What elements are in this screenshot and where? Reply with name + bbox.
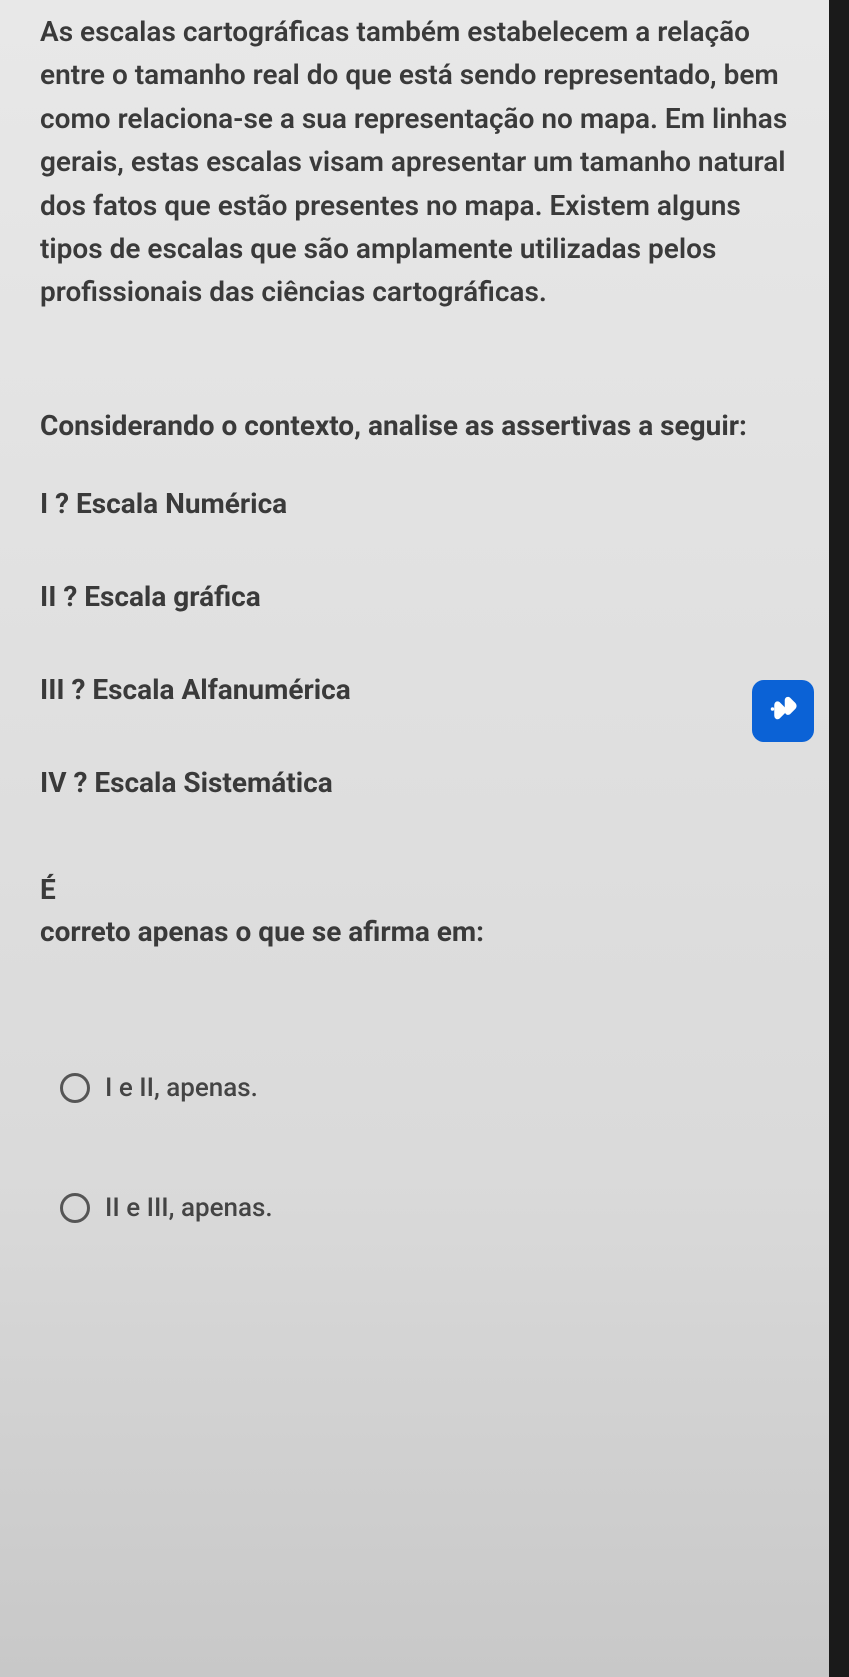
question-instruction: Considerando o contexto, analise as asse… bbox=[40, 404, 809, 447]
question-content-area: As escalas cartográficas também estabele… bbox=[0, 0, 849, 1677]
radio-icon[interactable] bbox=[60, 1073, 90, 1103]
answer-prompt: É correto apenas o que se afirma em: bbox=[40, 869, 809, 953]
assertion-2: II ? Escala gráfica bbox=[40, 580, 809, 613]
assertion-1: I ? Escala Numérica bbox=[40, 487, 809, 520]
assertion-3: III ? Escala Alfanumérica bbox=[40, 673, 809, 706]
device-frame-edge bbox=[829, 0, 849, 1677]
option-2-label: II e III, apenas. bbox=[105, 1193, 273, 1223]
accessibility-libras-button[interactable] bbox=[752, 680, 814, 742]
answer-prompt-line-2: correto apenas o que se afirma em: bbox=[40, 915, 484, 948]
option-1-label: I e II, apenas. bbox=[105, 1073, 258, 1103]
hands-icon bbox=[762, 688, 804, 734]
answer-prompt-line-1: É bbox=[40, 873, 56, 906]
radio-icon[interactable] bbox=[60, 1193, 90, 1223]
option-1[interactable]: I e II, apenas. bbox=[40, 1073, 809, 1103]
options-container: I e II, apenas. II e III, apenas. bbox=[40, 1073, 809, 1223]
question-intro-paragraph: As escalas cartográficas também estabele… bbox=[40, 10, 809, 314]
assertion-4: IV ? Escala Sistemática bbox=[40, 766, 809, 799]
option-2[interactable]: II e III, apenas. bbox=[40, 1193, 809, 1223]
